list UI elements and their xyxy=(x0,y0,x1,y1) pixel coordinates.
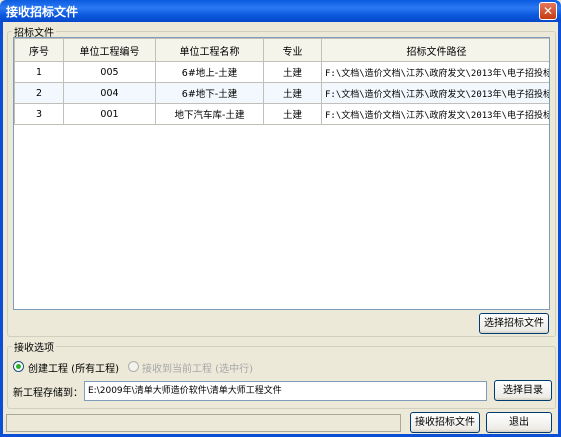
cell-code: 001 xyxy=(63,103,156,125)
cell-no: 1 xyxy=(14,61,64,83)
col-header-major[interactable]: 专业 xyxy=(263,38,322,62)
receive-options-legend: 接收选项 xyxy=(14,343,54,354)
cell-name: 6#地下-土建 xyxy=(155,82,264,104)
close-button[interactable]: ✕ xyxy=(539,2,557,20)
cell-path: F:\文档\造价文档\江苏\政府发文\2013年\电子招投标\ xyxy=(321,82,549,104)
cell-path: F:\文档\造价文档\江苏\政府发文\2013年\电子招投标\ xyxy=(321,61,549,83)
cell-major: 土建 xyxy=(263,82,322,104)
title-bar[interactable]: 接收招标文件 ✕ xyxy=(0,0,561,22)
status-bar xyxy=(6,414,401,432)
cell-major: 土建 xyxy=(263,61,322,83)
receive-bid-file-button[interactable]: 接收招标文件 xyxy=(410,412,480,433)
create-project-radio[interactable] xyxy=(13,361,24,372)
save-path-input[interactable]: E:\2009年\清单大师造价软件\清单大师工程文件 xyxy=(84,381,487,401)
table-row[interactable]: 3 001 地下汽车库-土建 土建 F:\文档\造价文档\江苏\政府发文\201… xyxy=(14,103,549,125)
cell-name: 地下汽车库-土建 xyxy=(155,103,264,125)
table-header-row: 序号 单位工程编号 单位工程名称 专业 招标文件路径 xyxy=(14,38,549,62)
cell-no: 3 xyxy=(14,103,64,125)
cell-path: F:\文档\造价文档\江苏\政府发文\2013年\电子招投标\ xyxy=(321,103,549,125)
window-border-left xyxy=(0,22,3,437)
cell-no: 2 xyxy=(14,82,64,104)
receive-bid-dialog: 接收招标文件 ✕ 招标文件 序号 单位工程编号 单位工程名称 专业 招标文件路径 xyxy=(0,0,561,437)
cell-major: 土建 xyxy=(263,103,322,125)
select-bid-file-button[interactable]: 选择招标文件 xyxy=(479,313,549,334)
save-path-label: 新工程存储到： xyxy=(13,388,83,399)
table-row[interactable]: 1 005 6#地上-土建 土建 F:\文档\造价文档\江苏\政府发文\2013… xyxy=(14,61,549,83)
window-title: 接收招标文件 xyxy=(6,5,79,19)
cell-code: 004 xyxy=(63,82,156,104)
receive-current-label: 接收到当前工程 (选中行) xyxy=(142,364,253,375)
col-header-code[interactable]: 单位工程编号 xyxy=(63,38,156,62)
choose-directory-button[interactable]: 选择目录 xyxy=(494,380,552,401)
receive-current-radio xyxy=(128,361,139,372)
col-header-path[interactable]: 招标文件路径 xyxy=(321,38,549,62)
cell-code: 005 xyxy=(63,61,156,83)
table-row[interactable]: 2 004 6#地下-土建 土建 F:\文档\造价文档\江苏\政府发文\2013… xyxy=(14,82,549,104)
cell-name: 6#地上-土建 xyxy=(155,61,264,83)
create-project-label[interactable]: 创建工程 (所有工程) xyxy=(28,360,119,375)
bid-files-table[interactable]: 序号 单位工程编号 单位工程名称 专业 招标文件路径 1 005 6#地上-土建… xyxy=(13,37,550,310)
col-header-no[interactable]: 序号 xyxy=(14,38,64,62)
col-header-name[interactable]: 单位工程名称 xyxy=(155,38,264,62)
exit-button[interactable]: 退出 xyxy=(486,412,552,433)
